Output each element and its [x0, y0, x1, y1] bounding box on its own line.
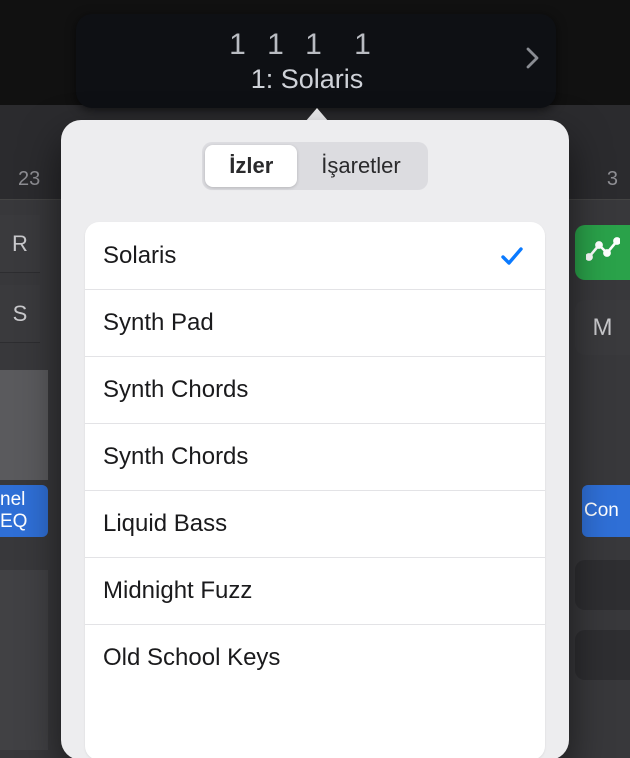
list-item[interactable]: Synth Chords: [85, 356, 545, 423]
track-picker-popover: İzler İşaretler Solaris Synth Pad Synth …: [61, 120, 569, 758]
track-list: Solaris Synth Pad Synth Chords Synth Cho…: [85, 222, 545, 758]
checkmark-icon: [499, 243, 525, 269]
insert-slot[interactable]: [575, 560, 630, 610]
list-item[interactable]: Solaris: [85, 222, 545, 289]
list-item[interactable]: Old School Keys: [85, 624, 545, 691]
lcd-next-button[interactable]: [508, 45, 556, 77]
automation-button[interactable]: [575, 225, 630, 280]
playhead-position: 1111: [220, 28, 394, 62]
list-item[interactable]: Midnight Fuzz: [85, 557, 545, 624]
segmented-control: İzler İşaretler: [202, 142, 428, 190]
mute-button[interactable]: M: [575, 300, 630, 355]
track-name: Synth Chords: [103, 443, 248, 471]
track-name: Liquid Bass: [103, 510, 227, 538]
list-item[interactable]: Synth Pad: [85, 289, 545, 356]
track-name: Synth Pad: [103, 309, 214, 337]
track-name: Solaris: [103, 242, 176, 270]
record-enable-button[interactable]: R: [0, 215, 40, 273]
compressor-plugin[interactable]: Con: [582, 485, 630, 537]
current-track-title: 1: Solaris: [251, 64, 364, 95]
tab-markers[interactable]: İşaretler: [297, 145, 424, 187]
automation-icon: [586, 233, 620, 272]
track-name: Synth Chords: [103, 376, 248, 404]
list-item[interactable]: Synth Chords: [85, 423, 545, 490]
channel-eq-plugin[interactable]: nel EQ: [0, 485, 48, 537]
chevron-right-icon: [524, 45, 540, 77]
track-name: Midnight Fuzz: [103, 577, 252, 605]
insert-slot[interactable]: [575, 630, 630, 680]
track-lane: [0, 570, 48, 750]
tab-tracks[interactable]: İzler: [205, 145, 297, 187]
solo-button[interactable]: S: [0, 285, 40, 343]
list-item[interactable]: Liquid Bass: [85, 490, 545, 557]
track-name: Old School Keys: [103, 644, 280, 672]
lcd-display[interactable]: 1111 1: Solaris: [76, 14, 556, 108]
track-header[interactable]: [0, 370, 48, 480]
ruler-number-right: 3: [607, 168, 618, 191]
ruler-number-left: 23: [18, 168, 40, 191]
